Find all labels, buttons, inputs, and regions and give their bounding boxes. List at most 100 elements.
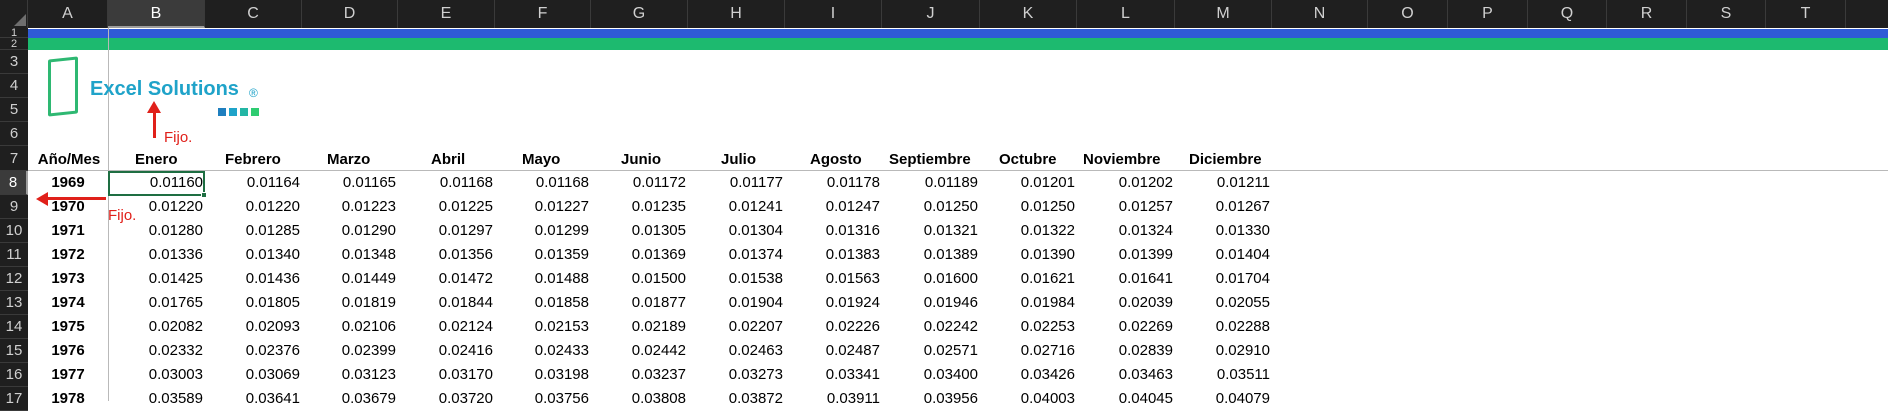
value-cell[interactable]: 0.01600 bbox=[882, 267, 978, 291]
value-cell[interactable]: 0.03463 bbox=[1077, 363, 1173, 387]
value-cell[interactable]: 0.02433 bbox=[495, 339, 589, 363]
value-cell[interactable]: 0.01177 bbox=[688, 171, 783, 195]
year-cell[interactable]: 1970 bbox=[28, 195, 108, 219]
value-cell[interactable]: 0.03956 bbox=[882, 387, 978, 411]
year-cell[interactable]: 1978 bbox=[28, 387, 108, 411]
value-cell[interactable]: 0.01267 bbox=[1175, 195, 1270, 219]
value-cell[interactable]: 0.01168 bbox=[495, 171, 589, 195]
value-cell[interactable]: 0.03237 bbox=[591, 363, 686, 387]
row-header-14[interactable]: 14 bbox=[0, 315, 28, 339]
active-cell-selection[interactable] bbox=[108, 171, 205, 196]
column-header-e[interactable]: E bbox=[398, 0, 495, 28]
row-header-13[interactable]: 13 bbox=[0, 291, 28, 315]
value-cell[interactable]: 0.03198 bbox=[495, 363, 589, 387]
value-cell[interactable]: 0.01211 bbox=[1175, 171, 1270, 195]
value-cell[interactable]: 0.03911 bbox=[785, 387, 880, 411]
column-header-f[interactable]: F bbox=[495, 0, 591, 28]
value-cell[interactable]: 0.01201 bbox=[980, 171, 1075, 195]
column-header-m[interactable]: M bbox=[1175, 0, 1272, 28]
value-cell[interactable]: 0.02082 bbox=[108, 315, 203, 339]
value-cell[interactable]: 0.01247 bbox=[785, 195, 880, 219]
row-header-8[interactable]: 8 bbox=[0, 171, 28, 195]
row-header-11[interactable]: 11 bbox=[0, 243, 28, 267]
value-cell[interactable]: 0.01436 bbox=[205, 267, 300, 291]
row-header-3[interactable]: 3 bbox=[0, 50, 28, 74]
column-header-r[interactable]: R bbox=[1607, 0, 1687, 28]
value-cell[interactable]: 0.03720 bbox=[398, 387, 493, 411]
value-cell[interactable]: 0.01324 bbox=[1077, 219, 1173, 243]
fill-handle[interactable] bbox=[201, 192, 207, 198]
value-cell[interactable]: 0.01449 bbox=[302, 267, 396, 291]
value-cell[interactable]: 0.01356 bbox=[398, 243, 493, 267]
value-cell[interactable]: 0.01924 bbox=[785, 291, 880, 315]
value-cell[interactable]: 0.01472 bbox=[398, 267, 493, 291]
value-cell[interactable]: 0.01241 bbox=[688, 195, 783, 219]
value-cell[interactable]: 0.02189 bbox=[591, 315, 686, 339]
value-cell[interactable]: 0.01225 bbox=[398, 195, 493, 219]
value-cell[interactable]: 0.01220 bbox=[108, 195, 203, 219]
year-cell[interactable]: 1977 bbox=[28, 363, 108, 387]
year-cell[interactable]: 1973 bbox=[28, 267, 108, 291]
value-cell[interactable]: 0.03808 bbox=[591, 387, 686, 411]
value-cell[interactable]: 0.02242 bbox=[882, 315, 978, 339]
value-cell[interactable]: 0.01189 bbox=[882, 171, 978, 195]
value-cell[interactable]: 0.02207 bbox=[688, 315, 783, 339]
value-cell[interactable]: 0.01488 bbox=[495, 267, 589, 291]
value-cell[interactable]: 0.02376 bbox=[205, 339, 300, 363]
value-cell[interactable]: 0.03641 bbox=[205, 387, 300, 411]
value-cell[interactable]: 0.04079 bbox=[1175, 387, 1270, 411]
value-cell[interactable]: 0.03003 bbox=[108, 363, 203, 387]
value-cell[interactable]: 0.03069 bbox=[205, 363, 300, 387]
column-header-o[interactable]: O bbox=[1368, 0, 1448, 28]
value-cell[interactable]: 0.02716 bbox=[980, 339, 1075, 363]
column-header-a[interactable]: A bbox=[28, 0, 108, 28]
value-cell[interactable]: 0.02093 bbox=[205, 315, 300, 339]
value-cell[interactable]: 0.02055 bbox=[1175, 291, 1270, 315]
value-cell[interactable]: 0.01285 bbox=[205, 219, 300, 243]
value-cell[interactable]: 0.01877 bbox=[591, 291, 686, 315]
row-header-16[interactable]: 16 bbox=[0, 363, 28, 387]
value-cell[interactable]: 0.02332 bbox=[108, 339, 203, 363]
value-cell[interactable]: 0.01321 bbox=[882, 219, 978, 243]
value-cell[interactable]: 0.04003 bbox=[980, 387, 1075, 411]
column-header-l[interactable]: L bbox=[1077, 0, 1175, 28]
value-cell[interactable]: 0.01500 bbox=[591, 267, 686, 291]
row-header-17[interactable]: 17 bbox=[0, 387, 28, 411]
value-cell[interactable]: 0.01819 bbox=[302, 291, 396, 315]
column-header-i[interactable]: I bbox=[785, 0, 882, 28]
year-cell[interactable]: 1974 bbox=[28, 291, 108, 315]
value-cell[interactable]: 0.03511 bbox=[1175, 363, 1270, 387]
value-cell[interactable]: 0.02153 bbox=[495, 315, 589, 339]
row-header-4[interactable]: 4 bbox=[0, 74, 28, 98]
value-cell[interactable]: 0.01404 bbox=[1175, 243, 1270, 267]
value-cell[interactable]: 0.02442 bbox=[591, 339, 686, 363]
value-cell[interactable]: 0.01336 bbox=[108, 243, 203, 267]
value-cell[interactable]: 0.01280 bbox=[108, 219, 203, 243]
value-cell[interactable]: 0.02039 bbox=[1077, 291, 1173, 315]
value-cell[interactable]: 0.02253 bbox=[980, 315, 1075, 339]
value-cell[interactable]: 0.01389 bbox=[882, 243, 978, 267]
value-cell[interactable]: 0.01202 bbox=[1077, 171, 1173, 195]
value-cell[interactable]: 0.02399 bbox=[302, 339, 396, 363]
column-header-n[interactable]: N bbox=[1272, 0, 1368, 28]
value-cell[interactable]: 0.01641 bbox=[1077, 267, 1173, 291]
value-cell[interactable]: 0.01563 bbox=[785, 267, 880, 291]
value-cell[interactable]: 0.03341 bbox=[785, 363, 880, 387]
value-cell[interactable]: 0.01168 bbox=[398, 171, 493, 195]
column-header-g[interactable]: G bbox=[591, 0, 688, 28]
value-cell[interactable]: 0.01290 bbox=[302, 219, 396, 243]
value-cell[interactable]: 0.04045 bbox=[1077, 387, 1173, 411]
value-cell[interactable]: 0.01164 bbox=[205, 171, 300, 195]
value-cell[interactable]: 0.01178 bbox=[785, 171, 880, 195]
value-cell[interactable]: 0.01223 bbox=[302, 195, 396, 219]
row-header-2[interactable]: 2 bbox=[0, 38, 28, 50]
value-cell[interactable]: 0.01374 bbox=[688, 243, 783, 267]
value-cell[interactable]: 0.01330 bbox=[1175, 219, 1270, 243]
value-cell[interactable]: 0.03170 bbox=[398, 363, 493, 387]
value-cell[interactable]: 0.01844 bbox=[398, 291, 493, 315]
value-cell[interactable]: 0.01765 bbox=[108, 291, 203, 315]
value-cell[interactable]: 0.01621 bbox=[980, 267, 1075, 291]
value-cell[interactable]: 0.01297 bbox=[398, 219, 493, 243]
value-cell[interactable]: 0.03872 bbox=[688, 387, 783, 411]
value-cell[interactable]: 0.01858 bbox=[495, 291, 589, 315]
